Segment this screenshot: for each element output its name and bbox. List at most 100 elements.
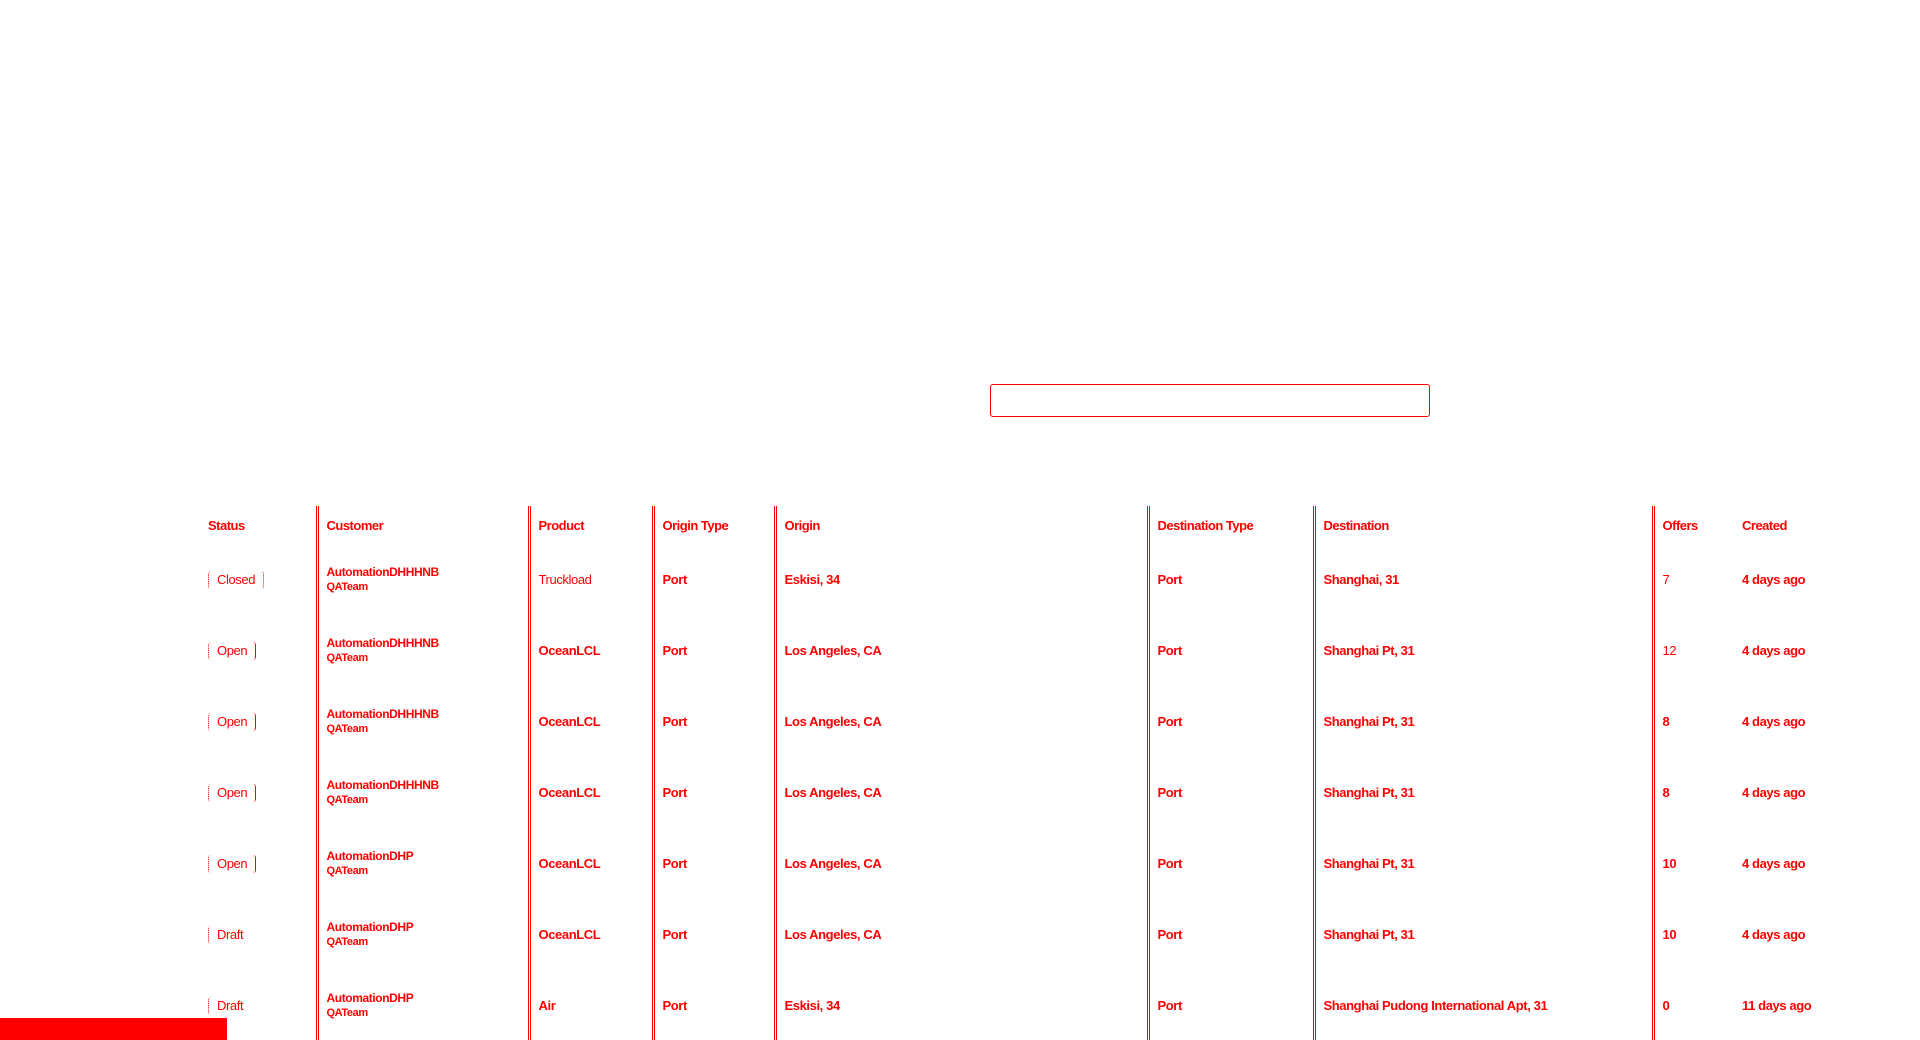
destination-cell: Shanghai Pt, 31 <box>1312 899 1653 970</box>
created-cell: 4 days ago <box>1742 927 1806 942</box>
customer-cell: AutomationDHHHNB QATeam <box>315 615 529 686</box>
destination-type-cell: Port <box>1146 970 1314 1040</box>
table-row[interactable]: Open AutomationDHHHNB QATeam OceanLCL Por… <box>200 615 1850 686</box>
origin-cell: Los Angeles, CA <box>773 828 1148 899</box>
destination-cell: Shanghai Pt, 31 <box>1312 828 1653 899</box>
status-cell: Open <box>200 828 317 899</box>
origin-type-cell: Port <box>651 970 775 1040</box>
status-badge: Open <box>208 854 257 873</box>
customer-name: AutomationDHHHNB <box>326 778 440 792</box>
status-cell: Draft <box>200 899 317 970</box>
destination-type-cell: Port <box>1146 757 1314 828</box>
table-row[interactable]: Open AutomationDHHHNB QATeam OceanLCL Por… <box>200 757 1850 828</box>
search-input[interactable] <box>990 384 1430 417</box>
column-header-status[interactable]: Status <box>200 506 317 544</box>
destination-cell: Shanghai Pudong International Apt, 31 <box>1312 970 1653 1040</box>
origin-type-cell: Port <box>651 757 775 828</box>
destination-cell: Shanghai Pt, 31 <box>1312 615 1653 686</box>
status-cell: Open <box>200 686 317 757</box>
destination-type-cell: Port <box>1146 686 1314 757</box>
created-cell: 11 days ago <box>1742 998 1812 1013</box>
customer-team: QATeam <box>326 581 369 593</box>
origin-cell: Los Angeles, CA <box>773 899 1148 970</box>
offers-cell: 8 <box>1651 757 1734 828</box>
origin-cell: Los Angeles, CA <box>773 686 1148 757</box>
customer-cell: AutomationDHHHNB QATeam <box>315 686 529 757</box>
column-header-created[interactable]: Created <box>1734 506 1850 544</box>
offers-cell: 7 <box>1651 544 1734 615</box>
origin-cell: Eskisi, 34 <box>773 970 1148 1040</box>
quotes-table-container: Status Customer Product Origin Type Orig… <box>200 506 1850 1040</box>
table-row[interactable]: Open AutomationDHHHNB QATeam OceanLCL Por… <box>200 686 1850 757</box>
destination-type-cell: Port <box>1146 615 1314 686</box>
product-cell: OceanLCL <box>527 686 653 757</box>
status-badge: Open <box>208 641 257 660</box>
table-row[interactable]: Draft AutomationDHP QATeam Air Port Eskis… <box>200 970 1850 1040</box>
customer-cell: AutomationDHP QATeam <box>315 899 529 970</box>
customer-team: QATeam <box>326 794 369 806</box>
origin-type-cell: Port <box>651 828 775 899</box>
customer-cell: AutomationDHP QATeam <box>315 970 529 1040</box>
origin-cell: Eskisi, 34 <box>773 544 1148 615</box>
status-badge: Draft <box>208 996 251 1015</box>
status-badge: Open <box>208 783 257 802</box>
destination-cell: Shanghai Pt, 31 <box>1312 757 1653 828</box>
product-cell: OceanLCL <box>527 828 653 899</box>
page: Status Customer Product Origin Type Orig… <box>0 0 1920 1040</box>
product-cell: Air <box>527 970 653 1040</box>
status-badge: Closed <box>208 570 265 589</box>
customer-team: QATeam <box>326 936 369 948</box>
created-cell: 4 days ago <box>1742 643 1806 658</box>
origin-cell: Los Angeles, CA <box>773 757 1148 828</box>
table-row[interactable]: Draft AutomationDHP QATeam OceanLCL Port … <box>200 899 1850 970</box>
table-header-row: Status Customer Product Origin Type Orig… <box>200 506 1850 544</box>
customer-name: AutomationDHP <box>326 920 414 934</box>
table-row[interactable]: Closed AutomationDHHHNB QATeam Truckload … <box>200 544 1850 615</box>
customer-team: QATeam <box>326 1007 369 1019</box>
origin-type-cell: Port <box>651 686 775 757</box>
column-header-origin-type[interactable]: Origin Type <box>651 506 775 544</box>
customer-name: AutomationDHP <box>326 849 414 863</box>
offers-cell: 0 <box>1651 970 1734 1040</box>
column-header-destination[interactable]: Destination <box>1312 506 1653 544</box>
origin-cell: Los Angeles, CA <box>773 615 1148 686</box>
customer-name: AutomationDHP <box>326 991 414 1005</box>
offers-cell: 10 <box>1651 899 1734 970</box>
product-cell: OceanLCL <box>527 615 653 686</box>
status-badge: Draft <box>208 925 251 944</box>
table-row[interactable]: Open AutomationDHP QATeam OceanLCL Port L… <box>200 828 1850 899</box>
customer-team: QATeam <box>326 652 369 664</box>
quotes-table: Status Customer Product Origin Type Orig… <box>200 506 1850 1040</box>
status-cell: Closed <box>200 544 317 615</box>
created-cell: 4 days ago <box>1742 785 1806 800</box>
column-header-customer[interactable]: Customer <box>315 506 529 544</box>
offers-cell: 8 <box>1651 686 1734 757</box>
destination-cell: Shanghai Pt, 31 <box>1312 686 1653 757</box>
customer-cell: AutomationDHP QATeam <box>315 828 529 899</box>
column-header-origin[interactable]: Origin <box>773 506 1148 544</box>
destination-type-cell: Port <box>1146 899 1314 970</box>
column-header-product[interactable]: Product <box>527 506 653 544</box>
customer-name: AutomationDHHHNB <box>326 636 440 650</box>
customer-cell: AutomationDHHHNB QATeam <box>315 544 529 615</box>
product-cell: OceanLCL <box>527 899 653 970</box>
customer-name: AutomationDHHHNB <box>326 707 440 721</box>
created-cell: 4 days ago <box>1742 714 1806 729</box>
customer-team: QATeam <box>326 865 369 877</box>
destination-cell: Shanghai, 31 <box>1312 544 1653 615</box>
customer-cell: AutomationDHHHNB QATeam <box>315 757 529 828</box>
customer-team: QATeam <box>326 723 369 735</box>
product-cell: Truckload <box>527 544 653 615</box>
column-header-destination-type[interactable]: Destination Type <box>1146 506 1314 544</box>
customer-name: AutomationDHHHNB <box>326 565 440 579</box>
status-badge: Open <box>208 712 257 731</box>
column-header-offers[interactable]: Offers <box>1651 506 1734 544</box>
status-cell: Open <box>200 615 317 686</box>
offers-cell: 10 <box>1651 828 1734 899</box>
status-cell: Open <box>200 757 317 828</box>
origin-type-cell: Port <box>651 899 775 970</box>
destination-type-cell: Port <box>1146 544 1314 615</box>
origin-type-cell: Port <box>651 544 775 615</box>
created-cell: 4 days ago <box>1742 856 1806 871</box>
bottom-left-bar <box>0 1018 227 1040</box>
